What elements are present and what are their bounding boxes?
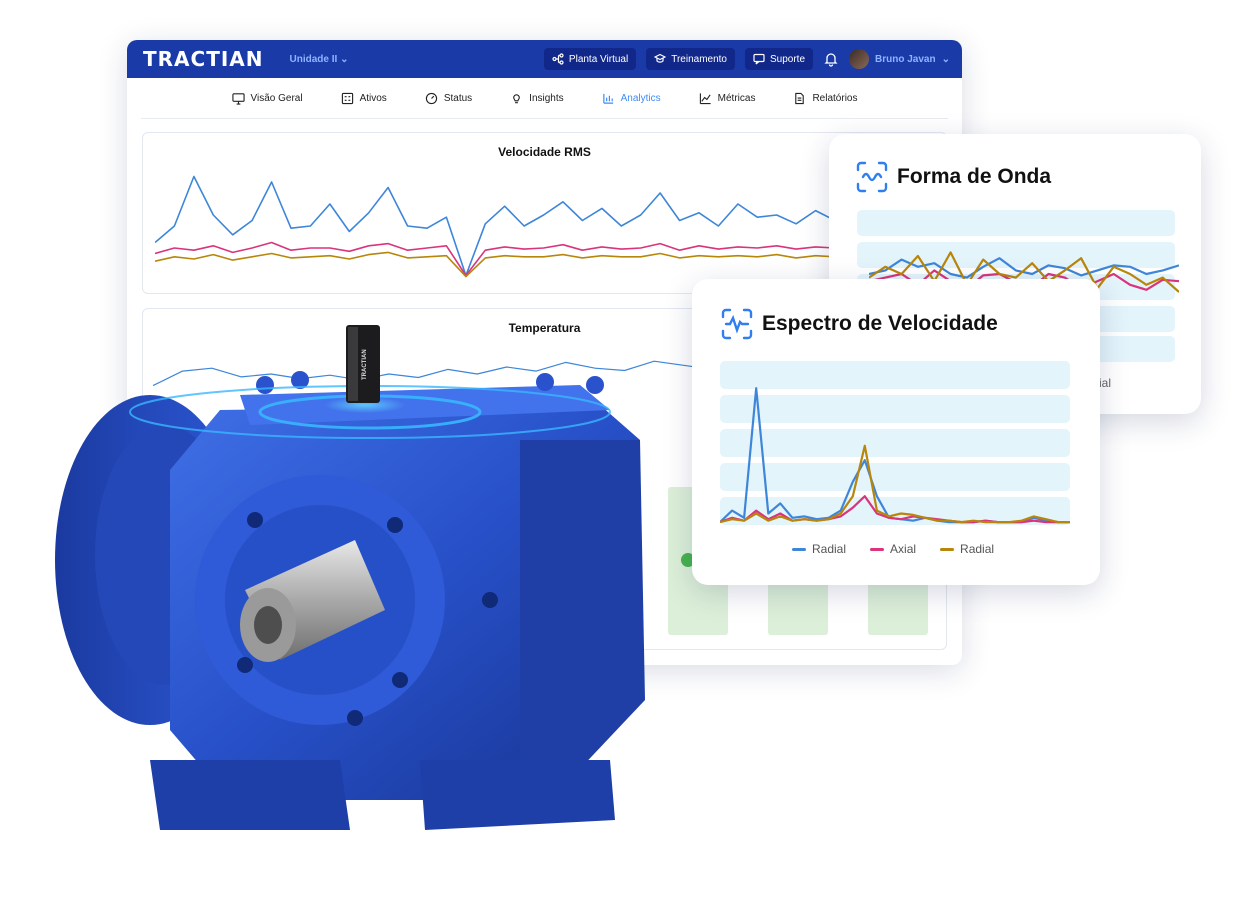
spectrum-chart <box>720 387 1070 524</box>
waveform-icon <box>856 161 888 193</box>
series-line <box>720 387 1070 524</box>
support-button[interactable]: Suporte <box>745 48 814 70</box>
avatar <box>849 49 870 69</box>
support-label: Suporte <box>770 53 806 65</box>
legend-item: Axial <box>870 542 916 556</box>
legend-label: ial <box>1099 376 1112 390</box>
spectrum-icon <box>721 308 753 340</box>
bell-icon[interactable] <box>823 51 839 67</box>
chart-legend: Radial Axial Radial <box>792 542 994 556</box>
legend-label: Axial <box>890 542 917 556</box>
legend-label: Radial <box>812 542 847 556</box>
tab-relatorios[interactable]: Relatórios <box>793 92 857 105</box>
card-title: Espectro de Velocidade <box>762 312 998 335</box>
user-name: Bruno Javan <box>875 53 936 65</box>
card-title: Forma de Onda <box>897 165 1052 188</box>
velocity-spectrum-card: Espectro de Velocidade Radial Axial Radi… <box>692 279 1100 585</box>
line-chart-icon <box>699 92 711 104</box>
chat-icon <box>753 53 765 65</box>
tab-label: Métricas <box>717 92 756 104</box>
gearbox-illustration: TRACTIAN <box>55 325 645 830</box>
sensor-logo: TRACTIAN <box>362 349 368 380</box>
user-menu[interactable]: Bruno Javan ⌄ <box>849 49 950 69</box>
tab-label: Relatórios <box>812 92 858 104</box>
legend-item: Radial <box>792 542 846 556</box>
tab-metricas[interactable]: Métricas <box>699 92 756 105</box>
legend-item: Radial <box>940 542 994 556</box>
chart-stripe <box>857 210 1175 236</box>
chevron-down-icon: ⌄ <box>941 53 950 65</box>
legend-label: Radial <box>960 542 995 556</box>
document-icon <box>795 92 805 104</box>
